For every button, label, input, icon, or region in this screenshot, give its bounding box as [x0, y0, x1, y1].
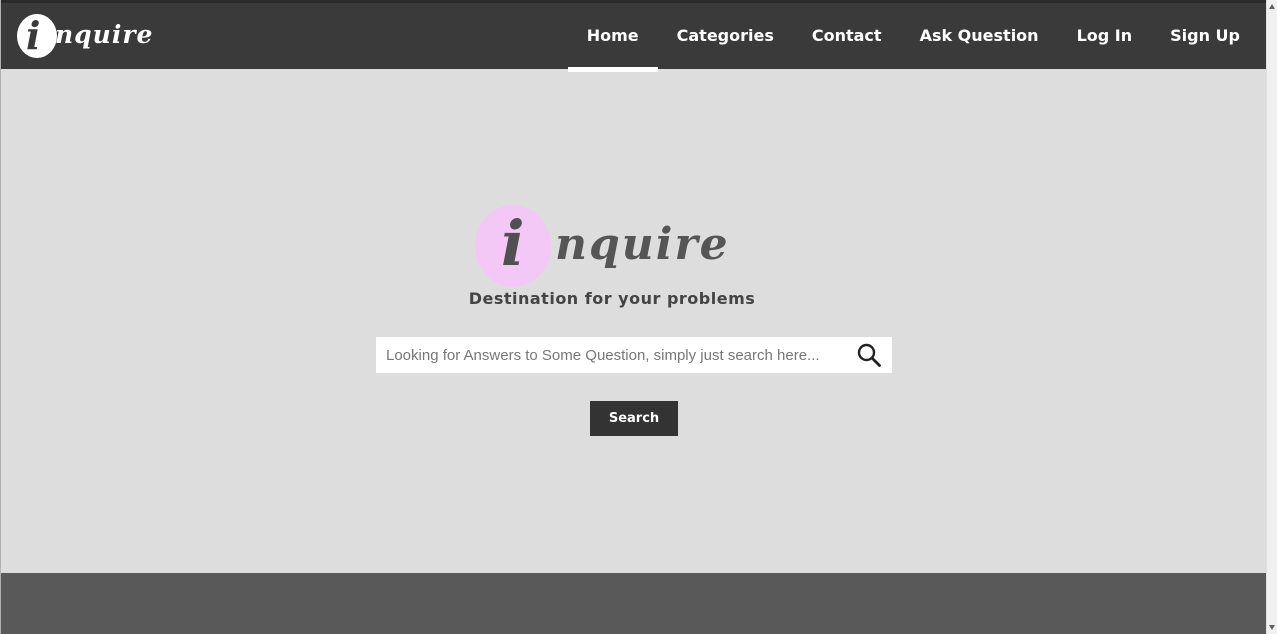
scroll-up-arrow-icon[interactable] — [1269, 4, 1275, 9]
nav-ask-question[interactable]: Ask Question — [901, 3, 1058, 69]
page: i nquire Home Categories Contact Ask Que… — [0, 0, 1267, 634]
hero-logo-text: nquire — [555, 219, 730, 270]
main-nav: Home Categories Contact Ask Question Log… — [567, 3, 1259, 72]
footer — [1, 573, 1267, 634]
scroll-down-arrow-icon[interactable] — [1269, 625, 1275, 630]
nav-sign-up[interactable]: Sign Up — [1151, 3, 1259, 69]
search-icon[interactable] — [856, 342, 882, 368]
nav-log-in[interactable]: Log In — [1058, 3, 1152, 69]
top-navbar: i nquire Home Categories Contact Ask Que… — [1, 0, 1267, 72]
search-input[interactable] — [376, 337, 846, 373]
logo-initial: i — [26, 13, 41, 58]
search-box — [376, 337, 892, 373]
search-button[interactable]: Search — [590, 401, 678, 436]
hero-logo: i nquire — [475, 205, 735, 290]
nav-contact[interactable]: Contact — [793, 3, 901, 69]
nav-home[interactable]: Home — [567, 3, 658, 72]
hero-logo-initial: i — [501, 207, 525, 280]
tagline: Destination for your problems — [468, 289, 756, 308]
logo-text: nquire — [55, 20, 154, 49]
site-logo[interactable]: i nquire — [17, 14, 167, 60]
nav-categories[interactable]: Categories — [658, 3, 793, 69]
vertical-scrollbar[interactable] — [1266, 0, 1277, 634]
